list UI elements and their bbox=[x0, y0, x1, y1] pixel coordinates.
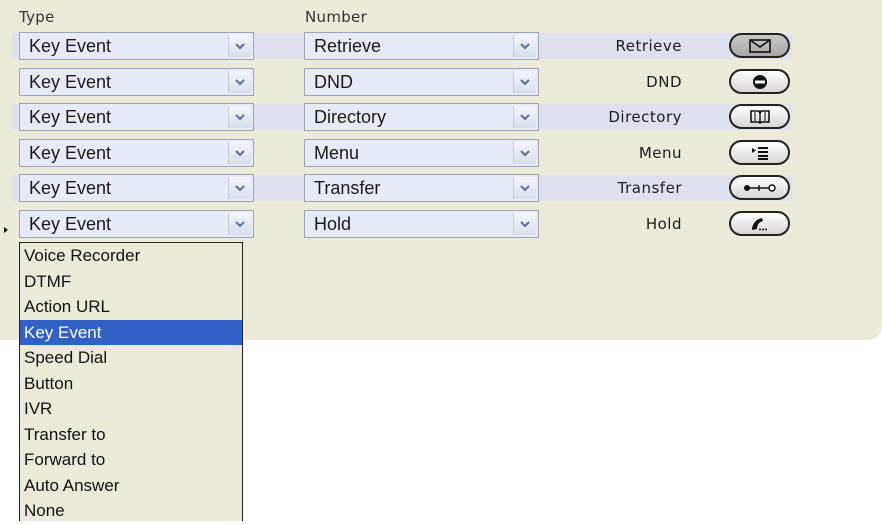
key-row-directory: Key Event Directory Directory bbox=[12, 103, 792, 131]
option-dtmf[interactable]: DTMF bbox=[20, 269, 242, 295]
type-column-header: Type bbox=[19, 8, 55, 26]
type-select[interactable]: Key Event bbox=[19, 139, 254, 167]
hold-icon bbox=[751, 217, 767, 230]
chevron-down-icon[interactable] bbox=[228, 213, 251, 235]
transfer-key-button[interactable] bbox=[729, 175, 790, 200]
option-speed-dial[interactable]: Speed Dial bbox=[20, 345, 242, 371]
option-button[interactable]: Button bbox=[20, 371, 242, 397]
number-select[interactable]: Transfer bbox=[304, 174, 539, 202]
chevron-down-icon[interactable] bbox=[228, 177, 251, 199]
chevron-down-icon[interactable] bbox=[228, 142, 251, 164]
envelope-icon bbox=[748, 38, 771, 53]
key-row-dnd: Key Event DND DND bbox=[12, 68, 792, 96]
transfer-icon bbox=[743, 183, 776, 192]
chevron-down-icon[interactable] bbox=[513, 71, 536, 93]
book-icon bbox=[749, 110, 770, 124]
key-label: Transfer bbox=[617, 179, 682, 197]
chevron-down-icon[interactable] bbox=[228, 35, 251, 57]
option-forward-to[interactable]: Forward to bbox=[20, 447, 242, 473]
key-row-transfer: Key Event Transfer Transfer bbox=[12, 174, 792, 202]
option-action-url[interactable]: Action URL bbox=[20, 294, 242, 320]
option-none[interactable]: None bbox=[20, 498, 242, 524]
chevron-down-icon[interactable] bbox=[513, 142, 536, 164]
dnd-icon bbox=[752, 74, 767, 89]
hold-key-button[interactable] bbox=[729, 211, 790, 236]
menu-icon bbox=[751, 146, 768, 160]
directory-key-button[interactable] bbox=[729, 104, 790, 129]
menu-key-button[interactable] bbox=[729, 140, 790, 165]
type-select[interactable]: Key Event bbox=[19, 103, 254, 131]
option-transfer-to[interactable]: Transfer to bbox=[20, 422, 242, 448]
option-ivr[interactable]: IVR bbox=[20, 396, 242, 422]
option-key-event[interactable]: Key Event bbox=[20, 319, 242, 345]
number-select[interactable]: Directory bbox=[304, 103, 539, 131]
chevron-down-icon[interactable] bbox=[513, 35, 536, 57]
number-column-header: Number bbox=[305, 8, 368, 26]
key-row-hold: Key Event Hold Hold bbox=[12, 210, 792, 238]
chevron-down-icon[interactable] bbox=[513, 177, 536, 199]
option-auto-answer[interactable]: Auto Answer bbox=[20, 473, 242, 499]
option-voice-recorder[interactable]: Voice Recorder bbox=[20, 243, 242, 269]
key-label: Menu bbox=[638, 144, 682, 162]
type-select[interactable]: Key Event bbox=[19, 68, 254, 96]
type-select[interactable]: Key Event bbox=[19, 174, 254, 202]
type-dropdown-list[interactable]: Voice Recorder DTMF Action URL Key Event… bbox=[19, 242, 243, 521]
chevron-down-icon[interactable] bbox=[228, 71, 251, 93]
number-select[interactable]: Menu bbox=[304, 139, 539, 167]
key-label: Directory bbox=[608, 108, 682, 126]
key-label: Retrieve bbox=[615, 37, 682, 55]
key-row-menu: Key Event Menu Menu bbox=[12, 139, 792, 167]
key-label: Hold bbox=[645, 215, 682, 233]
retrieve-key-button[interactable] bbox=[729, 33, 790, 58]
type-select[interactable]: Key Event bbox=[19, 32, 254, 60]
key-row-retrieve: Key Event Retrieve Retrieve bbox=[12, 32, 792, 60]
number-select[interactable]: Hold bbox=[304, 210, 539, 238]
number-select[interactable]: Retrieve bbox=[304, 32, 539, 60]
dnd-key-button[interactable] bbox=[729, 69, 790, 94]
chevron-down-icon[interactable] bbox=[513, 106, 536, 128]
type-select[interactable]: Key Event bbox=[19, 210, 254, 238]
chevron-down-icon[interactable] bbox=[513, 213, 536, 235]
chevron-down-icon[interactable] bbox=[228, 106, 251, 128]
key-label: DND bbox=[646, 73, 682, 91]
number-select[interactable]: DND bbox=[304, 68, 539, 96]
mouse-pointer-icon bbox=[4, 227, 8, 233]
